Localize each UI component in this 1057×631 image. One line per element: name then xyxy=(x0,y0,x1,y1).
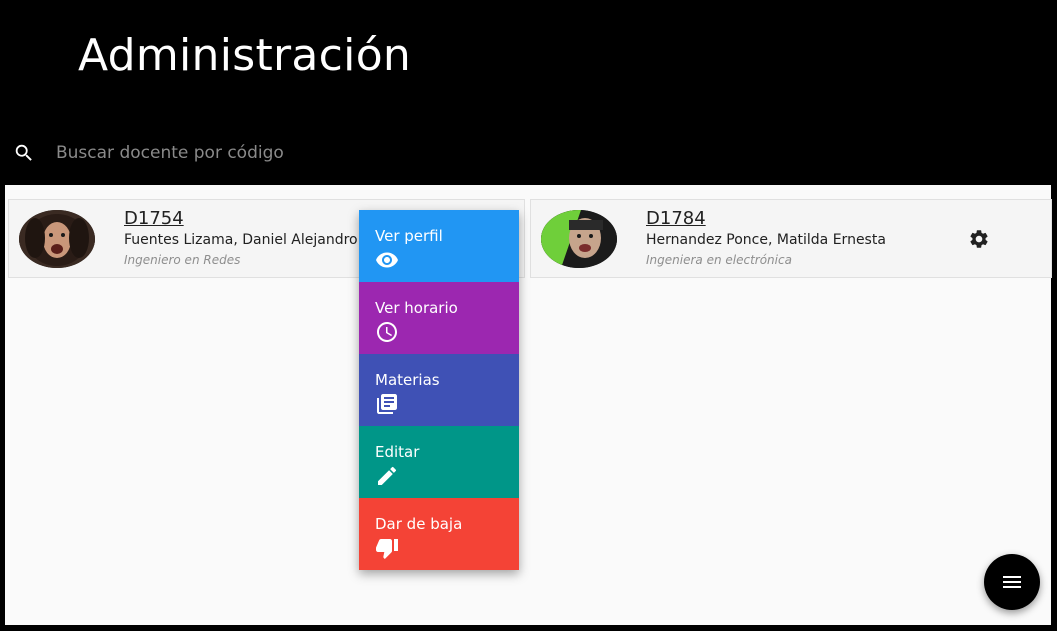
edit-label: Editar xyxy=(375,443,420,461)
library-books-icon xyxy=(377,394,397,414)
search-input[interactable] xyxy=(56,138,656,168)
menu-icon xyxy=(1003,576,1021,588)
menu-fab-button[interactable] xyxy=(984,554,1040,610)
clock-icon xyxy=(377,322,397,342)
view-profile-button[interactable]: Ver perfil xyxy=(359,210,519,282)
teacher-role: Ingeniera en electrónica xyxy=(646,253,792,267)
subjects-label: Materias xyxy=(375,371,440,389)
view-schedule-label: Ver horario xyxy=(375,299,458,317)
view-profile-label: Ver perfil xyxy=(375,227,443,245)
teacher-card[interactable]: D1784 Hernandez Ponce, Matilda Ernesta I… xyxy=(530,199,1052,278)
deactivate-button[interactable]: Dar de baja xyxy=(359,498,519,570)
teacher-name: Hernandez Ponce, Matilda Ernesta xyxy=(646,232,886,248)
teacher-code-link[interactable]: D1784 xyxy=(646,208,706,229)
app-header: Administración xyxy=(0,0,1057,185)
pencil-icon xyxy=(378,466,397,485)
view-schedule-button[interactable]: Ver horario xyxy=(359,282,519,354)
search-bar xyxy=(0,126,1057,182)
eye-icon xyxy=(376,252,398,268)
page-title: Administración xyxy=(78,30,412,81)
edit-button[interactable]: Editar xyxy=(359,426,519,498)
subjects-button[interactable]: Materias xyxy=(359,354,519,426)
search-icon xyxy=(15,144,32,161)
deactivate-label: Dar de baja xyxy=(375,515,463,533)
content-area: D1754 Fuentes Lizama, Daniel Alejandro I… xyxy=(5,185,1052,625)
action-menu: Ver perfil Ver horario Materias Editar D… xyxy=(359,210,519,570)
teacher-name: Fuentes Lizama, Daniel Alejandro xyxy=(124,232,358,248)
avatar xyxy=(19,210,95,268)
teacher-code-link[interactable]: D1754 xyxy=(124,208,184,229)
teacher-role: Ingeniero en Redes xyxy=(124,253,241,267)
thumb-down-icon xyxy=(376,539,398,559)
gear-icon[interactable] xyxy=(968,228,990,250)
avatar xyxy=(541,210,617,268)
